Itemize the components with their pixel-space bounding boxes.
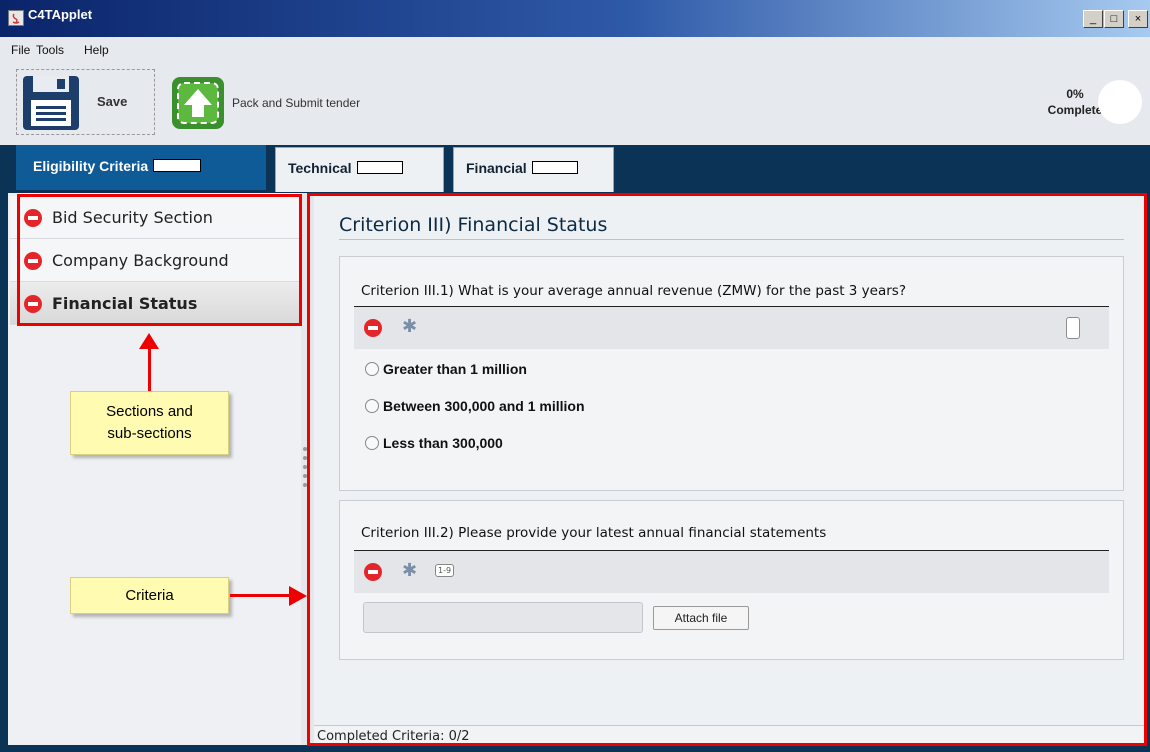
progress-percent: 0%: [1066, 87, 1084, 101]
menu-help[interactable]: Help: [84, 43, 109, 57]
criteria-callout: Criteria: [70, 577, 229, 614]
pack-submit-label[interactable]: Pack and Submit tender: [232, 96, 360, 110]
tab-progress-box: [356, 161, 403, 174]
tab-label: Financial: [466, 160, 527, 176]
java-app-icon: [8, 10, 24, 26]
save-label: Save: [97, 94, 128, 109]
window-title-bar: [0, 0, 1150, 37]
progress-readout: 0% Complete: [1045, 86, 1105, 118]
arrow-shaft: [148, 348, 151, 392]
tab-label: Technical: [288, 160, 352, 176]
maximize-button[interactable]: □: [1104, 10, 1124, 28]
criteria-highlight-box: [307, 193, 1147, 746]
arrow-shaft: [230, 594, 292, 597]
tab-progress-box: [531, 161, 578, 174]
menu-tools[interactable]: Tools: [36, 43, 64, 57]
progress-circle: [1098, 80, 1142, 124]
arrow-right-icon: [289, 586, 307, 606]
tab-label: Eligibility Criteria: [33, 158, 149, 174]
tab-eligibility-criteria[interactable]: Eligibility Criteria: [16, 145, 266, 190]
tab-financial[interactable]: Financial: [453, 147, 614, 192]
menu-file[interactable]: File: [11, 43, 30, 57]
arrow-up-icon: [139, 333, 159, 349]
tab-progress-box: [153, 159, 202, 172]
window-title: C4TApplet: [28, 7, 93, 22]
floppy-disk-icon: [19, 74, 83, 136]
tab-technical[interactable]: Technical: [275, 147, 444, 192]
close-button[interactable]: ×: [1128, 10, 1148, 28]
sections-highlight-box: [17, 194, 302, 326]
sections-callout: Sections and sub-sections: [70, 391, 229, 455]
upload-icon[interactable]: [170, 75, 226, 135]
progress-complete-label: Complete: [1047, 103, 1103, 117]
minimize-button[interactable]: _: [1083, 10, 1103, 28]
